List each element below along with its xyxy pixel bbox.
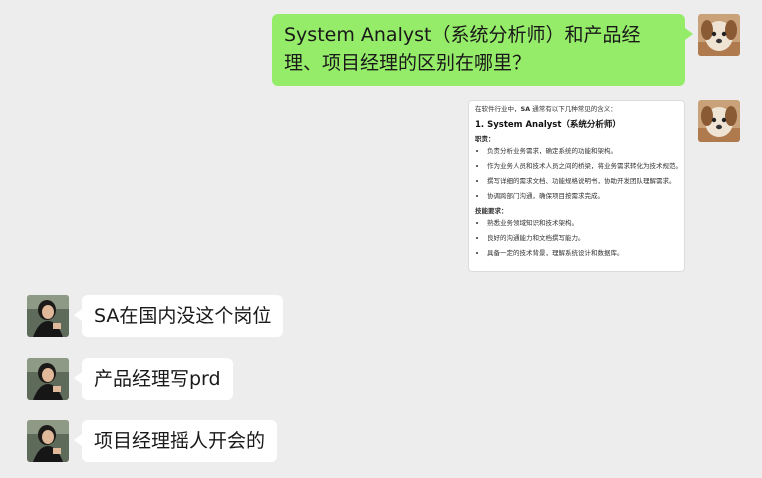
dog-avatar-icon	[698, 100, 740, 142]
woman-avatar-icon	[27, 358, 69, 400]
list-item: 具备一定的技术背景，理解系统设计和数据库。	[487, 249, 678, 257]
message-image-screenshot[interactable]: 在软件行业中，SA 通常有以下几种常见的含义： 1. System Analys…	[468, 100, 685, 272]
message-bubble-other[interactable]: 产品经理写prd	[74, 358, 233, 400]
message-text: 项目经理摇人开会的	[94, 430, 266, 452]
message-text: SA在国内没这个岗位	[94, 305, 272, 327]
list-item: 协调跨部门沟通，确保项目按需求完成。	[487, 192, 678, 200]
dog-avatar-icon	[698, 14, 740, 56]
duties-label: 职责：	[475, 135, 495, 143]
skills-list: 熟悉业务领域知识和技术架构。 良好的沟通能力和文档撰写能力。 具备一定的技术背景…	[475, 219, 678, 257]
message-bubble-other[interactable]: 项目经理摇人开会的	[73, 420, 278, 462]
woman-avatar-icon	[27, 295, 69, 337]
list-item: 作为业务人员和技术人员之间的桥梁，将业务需求转化为技术规范。	[487, 162, 682, 170]
message-text: System Analyst（系统分析师）和产品经理、项目经理的区别在哪里？	[284, 24, 641, 74]
intro-suffix: 通常有以下几种常见的含义：	[530, 105, 617, 113]
woman-avatar-icon	[27, 420, 69, 462]
message-text: 产品经理写prd	[94, 368, 221, 390]
other-avatar[interactable]	[27, 420, 69, 462]
list-item: 良好的沟通能力和文档撰写能力。	[487, 234, 678, 242]
other-avatar[interactable]	[27, 358, 69, 400]
screenshot-heading: 1. System Analyst（系统分析师）	[475, 120, 621, 130]
list-item: 熟悉业务领域知识和技术架构。	[487, 219, 678, 227]
self-avatar[interactable]	[698, 14, 740, 56]
message-bubble-other[interactable]: SA在国内没这个岗位	[73, 295, 284, 337]
self-avatar[interactable]	[698, 100, 740, 142]
message-bubble-self[interactable]: System Analyst（系统分析师）和产品经理、项目经理的区别在哪里？	[272, 14, 693, 86]
duties-list: 负责分析业务需求，确定系统的功能和架构。 作为业务人员和技术人员之间的桥梁，将业…	[475, 147, 682, 200]
list-item: 负责分析业务需求，确定系统的功能和架构。	[487, 147, 678, 155]
other-avatar[interactable]	[27, 295, 69, 337]
intro-bold: SA	[520, 105, 531, 113]
intro-text: 在软件行业中，	[475, 105, 521, 113]
skills-label: 技能要求：	[475, 207, 508, 215]
list-item: 撰写详细的需求文档、功能规格说明书，协助开发团队理解需求。	[487, 177, 678, 185]
